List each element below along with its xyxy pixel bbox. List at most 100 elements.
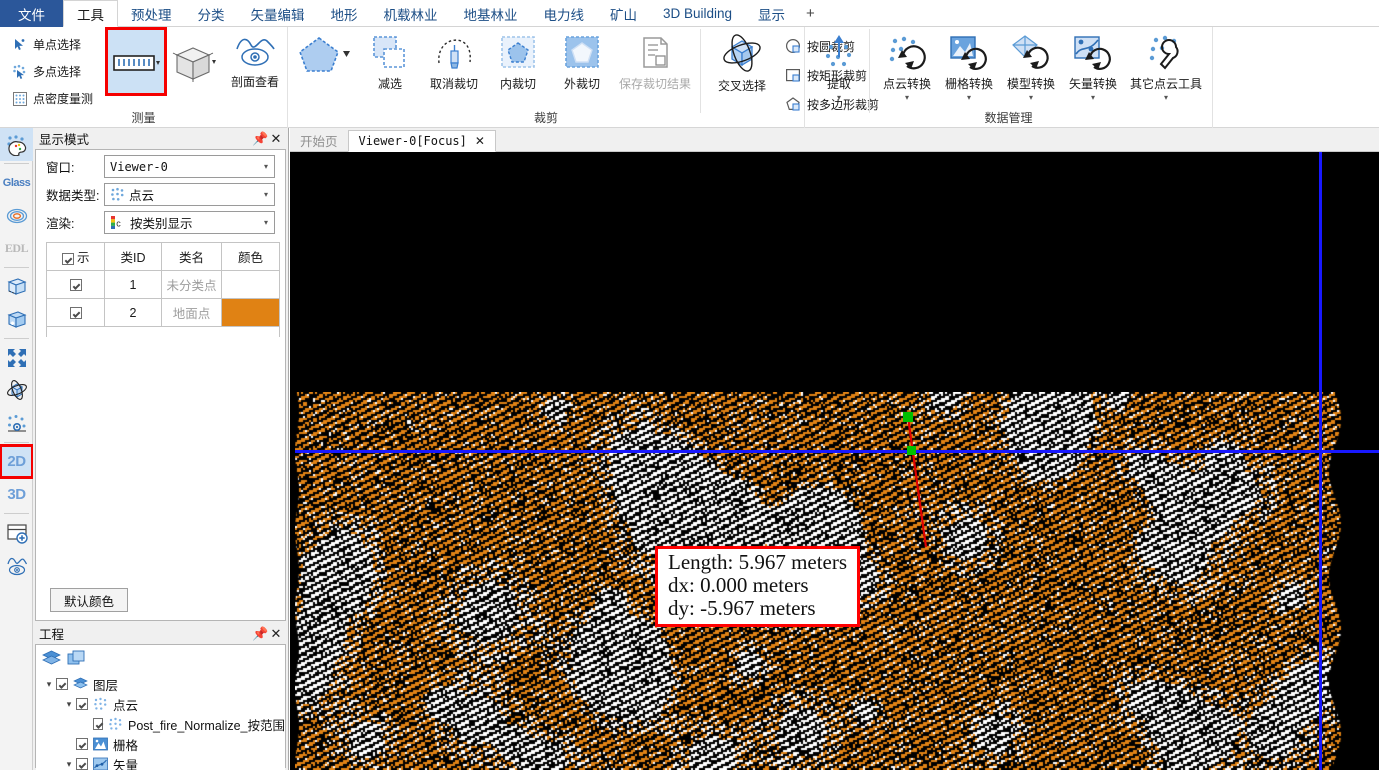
tooltip-line-length: Length: 5.967 meters bbox=[668, 550, 848, 574]
window-select[interactable]: Viewer-0 ▾ bbox=[104, 155, 275, 178]
pin-icon[interactable]: 📌 bbox=[252, 626, 268, 642]
close-icon[interactable]: ✕ bbox=[268, 626, 284, 642]
tree-expander[interactable]: ▾ bbox=[42, 679, 56, 690]
profile-eye-icon[interactable] bbox=[0, 549, 33, 582]
bbox-icon[interactable] bbox=[0, 270, 33, 303]
button-single-point-select[interactable]: 单点选择 bbox=[8, 33, 97, 56]
add-window-icon[interactable] bbox=[0, 516, 33, 549]
chevron-down-icon[interactable]: ▾ bbox=[1029, 94, 1033, 102]
show-all-checkbox[interactable] bbox=[61, 252, 74, 265]
ribbon-tab-12[interactable]: + bbox=[798, 0, 823, 27]
tree-node-checkbox[interactable] bbox=[93, 718, 103, 730]
button-outer-clip[interactable]: 外裁切 bbox=[550, 29, 614, 92]
tree-node[interactable]: 栅格 bbox=[36, 734, 285, 754]
measure-overlay bbox=[903, 412, 928, 548]
button-pointcloud-convert[interactable]: 点云转换 ▾ bbox=[876, 29, 938, 102]
tree-node[interactable]: Post_fire_Normalize_按范围 bbox=[36, 714, 285, 734]
view-3d-label[interactable]: 3D bbox=[0, 478, 33, 511]
ribbon-tab-7[interactable]: 地基林业 bbox=[451, 0, 531, 27]
ribbon-tab-1[interactable]: 工具 bbox=[63, 0, 118, 27]
tree-node-checkbox[interactable] bbox=[76, 738, 88, 750]
chevron-down-icon[interactable]: ▾ bbox=[905, 94, 909, 102]
contour-icon[interactable] bbox=[0, 199, 33, 232]
color-palette-icon[interactable] bbox=[0, 128, 33, 161]
cell-show[interactable] bbox=[46, 298, 105, 327]
chevron-down-icon[interactable]: ▾ bbox=[1164, 94, 1168, 102]
pin-icon[interactable]: 📌 bbox=[252, 131, 268, 147]
column-header-color[interactable]: 颜色 bbox=[221, 242, 280, 271]
project-panel-titlebar: 工程 📌 ✕ bbox=[33, 623, 288, 644]
button-point-density[interactable]: 点密度量测 bbox=[8, 87, 97, 110]
button-cancel-clip[interactable]: 取消裁切 bbox=[422, 29, 486, 92]
ribbon-tab-8[interactable]: 电力线 bbox=[531, 0, 598, 27]
button-cross-select[interactable]: 交叉选择 bbox=[709, 29, 775, 94]
cell-color[interactable] bbox=[221, 298, 280, 327]
button-label: 其它点云工具 bbox=[1129, 77, 1202, 91]
button-multi-point-select[interactable]: 多点选择 bbox=[8, 60, 97, 83]
button-raster-convert[interactable]: 栅格转换 ▾ bbox=[938, 29, 1000, 102]
chevron-down-icon[interactable]: ▾ bbox=[837, 94, 841, 102]
tree-node[interactable]: ▾ 点云 bbox=[36, 694, 285, 714]
button-subtract-select[interactable]: 减选 bbox=[358, 29, 422, 92]
close-icon[interactable]: ✕ bbox=[268, 131, 284, 147]
column-header-classid[interactable]: 类ID bbox=[104, 242, 162, 271]
view-2d-label[interactable]: 2D bbox=[0, 444, 34, 479]
ribbon-tab-2[interactable]: 预处理 bbox=[118, 0, 185, 27]
render-select[interactable]: c 按类别显示 ▾ bbox=[104, 211, 275, 234]
cell-color[interactable] bbox=[221, 270, 280, 299]
button-polygon-select[interactable] bbox=[292, 29, 358, 77]
copy-layers-icon[interactable] bbox=[67, 650, 86, 667]
tree-expander[interactable]: ▾ bbox=[62, 699, 76, 710]
cell-show[interactable] bbox=[46, 270, 105, 299]
viewer-tab-0[interactable]: 开始页 bbox=[290, 129, 348, 151]
tree-node-checkbox[interactable] bbox=[56, 678, 68, 690]
ribbon-tab-3[interactable]: 分类 bbox=[185, 0, 238, 27]
button-inner-clip[interactable]: 内裁切 bbox=[486, 29, 550, 92]
column-header-classname[interactable]: 类名 bbox=[161, 242, 222, 271]
button-volume-measure[interactable] bbox=[165, 29, 223, 94]
table-row[interactable]: 2 地面点 bbox=[46, 298, 280, 327]
default-color-button[interactable]: 默认颜色 bbox=[50, 588, 128, 612]
ribbon-tab-0[interactable]: 文件 bbox=[0, 0, 63, 27]
column-header-show[interactable]: 示 bbox=[46, 242, 105, 271]
viewer-tab-1[interactable]: Viewer-0[Focus] ✕ bbox=[347, 130, 496, 152]
row-show-checkbox[interactable] bbox=[69, 307, 82, 320]
measure-node-end[interactable] bbox=[907, 446, 916, 455]
tree-node-checkbox[interactable] bbox=[76, 698, 88, 710]
tree-node-checkbox[interactable] bbox=[76, 758, 88, 770]
button-model-convert[interactable]: 模型转换 ▾ bbox=[1000, 29, 1062, 102]
chevron-down-icon[interactable]: ▾ bbox=[967, 94, 971, 102]
button-extract[interactable]: 提取 ▾ bbox=[815, 29, 863, 102]
tree-expander[interactable]: ▾ bbox=[62, 759, 76, 770]
orbit-icon[interactable] bbox=[0, 374, 33, 407]
glass-label[interactable]: Glass bbox=[0, 166, 33, 199]
ribbon-tab-4[interactable]: 矢量编辑 bbox=[238, 0, 318, 27]
chevron-down-icon[interactable]: ▾ bbox=[1091, 94, 1095, 102]
ribbon-tab-9[interactable]: 矿山 bbox=[597, 0, 650, 27]
row-show-checkbox[interactable] bbox=[69, 279, 82, 292]
point-settings-icon[interactable] bbox=[0, 407, 33, 440]
edl-label[interactable]: EDL bbox=[0, 232, 33, 265]
button-save-clip-result[interactable]: 保存裁切结果 bbox=[614, 29, 696, 92]
layers-icon[interactable] bbox=[42, 650, 61, 667]
tree-node[interactable]: ▾ 图层 bbox=[36, 674, 285, 694]
button-other-pointcloud-tools[interactable]: 其它点云工具 ▾ bbox=[1124, 29, 1208, 102]
viewer-canvas[interactable]: Length: 5.967 meters dx: 0.000 meters dy… bbox=[290, 152, 1379, 770]
ribbon-separator bbox=[700, 29, 701, 113]
bbox-add-icon[interactable] bbox=[0, 303, 33, 336]
cancel-clip-icon bbox=[433, 33, 475, 73]
tree-node[interactable]: ▾ 矢量 bbox=[36, 754, 285, 770]
datatype-select[interactable]: 点云 ▾ bbox=[104, 183, 275, 206]
button-profile-view[interactable]: 剖面查看 bbox=[223, 29, 287, 90]
button-distance-measure[interactable] bbox=[105, 27, 168, 96]
ribbon-tab-6[interactable]: 机载林业 bbox=[371, 0, 451, 27]
measure-node-start[interactable] bbox=[903, 412, 913, 422]
fit-view-icon[interactable] bbox=[0, 341, 33, 374]
glass-label-label: Glass bbox=[2, 176, 31, 189]
button-vector-convert[interactable]: 矢量转换 ▾ bbox=[1062, 29, 1124, 102]
ribbon-tab-11[interactable]: 显示 bbox=[745, 0, 798, 27]
table-row[interactable]: 1 未分类点 bbox=[46, 270, 280, 299]
ribbon-tab-5[interactable]: 地形 bbox=[318, 0, 371, 27]
ribbon-tab-10[interactable]: 3D Building bbox=[650, 0, 745, 27]
close-icon[interactable]: ✕ bbox=[475, 134, 485, 148]
